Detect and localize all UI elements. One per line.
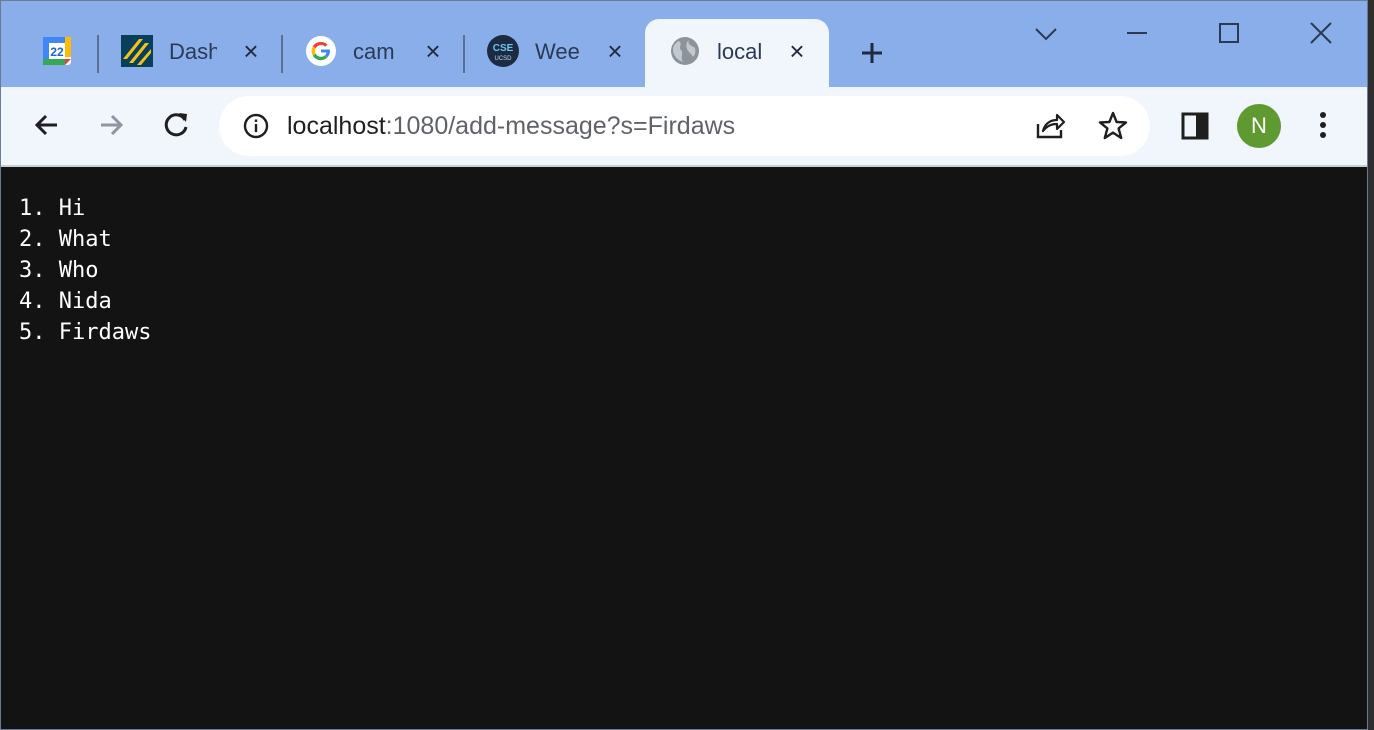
side-panel-icon[interactable] xyxy=(1179,110,1211,142)
url-host: localhost xyxy=(287,112,386,140)
tab-search-chevron-down-icon[interactable] xyxy=(1028,19,1064,49)
message-item: 5. Firdaws xyxy=(19,320,152,345)
globe-icon xyxy=(671,37,699,65)
tab-strip: 22 Dash × cam × CSE UCSD Wee × local × xyxy=(1,1,1367,87)
minimize-icon[interactable] xyxy=(1119,19,1155,49)
close-icon[interactable]: × xyxy=(241,38,261,64)
tab-dashboard[interactable]: Dash × xyxy=(101,19,281,87)
cse-ucsd-icon: CSE UCSD xyxy=(487,35,519,67)
message-item: 1. Hi xyxy=(19,196,86,221)
tab-title: local xyxy=(717,39,763,64)
tab-separator xyxy=(281,35,283,73)
reload-icon[interactable] xyxy=(160,109,192,141)
tab-separator xyxy=(463,35,465,73)
cse-text: CSE xyxy=(493,43,514,54)
ucsd-text: UCSD xyxy=(494,56,512,62)
more-menu-icon[interactable] xyxy=(1307,109,1339,141)
browser-toolbar: localhost:1080/add-message?s=Firdaws N xyxy=(1,87,1367,167)
site-info-icon[interactable] xyxy=(241,111,271,141)
tab-calendar[interactable]: 22 xyxy=(27,19,97,87)
back-arrow-icon[interactable] xyxy=(31,109,63,141)
forward-arrow-icon[interactable] xyxy=(95,109,127,141)
message-list: 1. Hi 2. What 3. Who 4. Nida 5. Firdaws xyxy=(19,193,151,348)
tab-separator xyxy=(97,35,99,73)
share-icon[interactable] xyxy=(1033,110,1067,142)
google-g-icon xyxy=(306,36,336,66)
url-path: :1080/add-message?s=Firdaws xyxy=(385,112,736,140)
close-icon[interactable]: × xyxy=(423,38,443,64)
close-icon[interactable]: × xyxy=(787,38,807,64)
window-close-icon[interactable] xyxy=(1303,19,1339,49)
tab-google-search[interactable]: cam × xyxy=(285,19,463,87)
browser-window: 22 Dash × cam × CSE UCSD Wee × local × l… xyxy=(0,0,1368,730)
new-tab-button[interactable] xyxy=(856,37,888,69)
maximize-icon[interactable] xyxy=(1211,19,1247,49)
tab-localhost-active[interactable]: local × xyxy=(645,19,829,87)
url-text[interactable]: localhost:1080/add-message?s=Firdaws xyxy=(287,112,735,141)
message-item: 4. Nida xyxy=(19,289,112,314)
google-calendar-icon: 22 xyxy=(43,37,71,65)
tab-cse-ucsd[interactable]: CSE UCSD Wee × xyxy=(467,19,645,87)
profile-avatar[interactable]: N xyxy=(1237,104,1281,148)
bookmark-star-icon[interactable] xyxy=(1097,110,1129,142)
close-icon[interactable]: × xyxy=(605,38,625,64)
calendar-date-text: 22 xyxy=(50,45,64,59)
tab-title: Wee xyxy=(535,39,580,64)
canvas-dashboard-icon xyxy=(121,35,153,67)
tab-title: cam xyxy=(353,39,395,64)
window-edge xyxy=(1368,0,1374,730)
page-content: 1. Hi 2. What 3. Who 4. Nida 5. Firdaws xyxy=(1,167,1367,729)
message-item: 2. What xyxy=(19,227,112,252)
message-item: 3. Who xyxy=(19,258,99,283)
address-bar[interactable]: localhost:1080/add-message?s=Firdaws xyxy=(219,96,1150,156)
tab-title: Dash xyxy=(169,39,217,64)
plus-icon xyxy=(862,43,882,63)
